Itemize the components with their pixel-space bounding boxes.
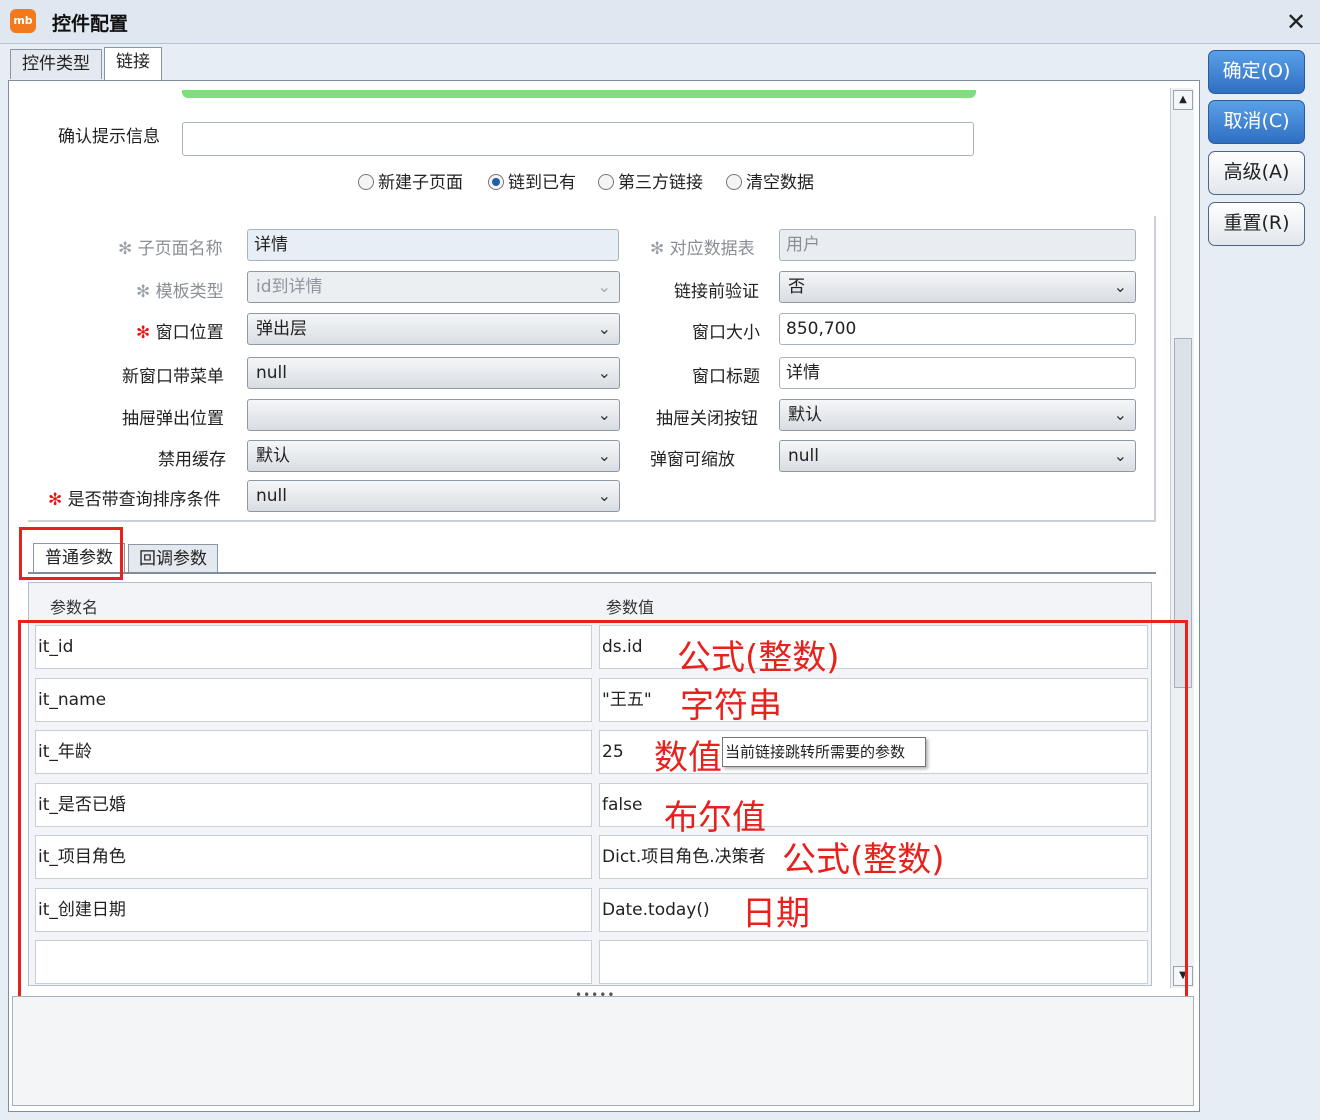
disable-cache-label: 禁用缓存 xyxy=(158,450,226,470)
drawer-position-select[interactable]: ⌄ xyxy=(247,399,620,431)
ok-button[interactable]: 确定(O) xyxy=(1208,50,1305,94)
param-name-cell[interactable]: it_id xyxy=(35,625,592,669)
data-table-label: ✻ 对应数据表 xyxy=(650,239,755,259)
tab-callback-params[interactable]: 回调参数 xyxy=(128,544,218,574)
radio-label: 第三方链接 xyxy=(618,173,703,193)
radio-label: 链到已有 xyxy=(508,173,576,193)
chevron-down-icon: ⌄ xyxy=(1113,446,1127,465)
radio-third-party[interactable]: 第三方链接 xyxy=(598,168,703,193)
params-tooltip: 当前链接跳转所需要的参数 xyxy=(722,737,926,767)
chevron-down-icon: ⌄ xyxy=(597,319,611,338)
drawer-close-label: 抽屉关闭按钮 xyxy=(656,409,758,429)
window-position-select[interactable]: 弹出层 ⌄ xyxy=(247,313,620,345)
cancel-button[interactable]: 取消(C) xyxy=(1208,100,1305,144)
param-value-cell[interactable] xyxy=(599,940,1148,984)
param-name-cell[interactable]: it_是否已婚 xyxy=(35,783,592,827)
param-name-cell[interactable]: it_项目角色 xyxy=(35,835,592,879)
param-name-cell[interactable]: it_年龄 xyxy=(35,730,592,774)
select-value: null xyxy=(256,363,287,383)
subpage-name-input[interactable]: 详情 xyxy=(247,229,619,261)
select-value: 否 xyxy=(788,277,805,297)
progress-indicator xyxy=(182,90,976,98)
radio-label: 新建子页面 xyxy=(378,173,463,193)
param-name-cell[interactable] xyxy=(35,940,592,984)
chevron-down-icon: ⌄ xyxy=(597,363,611,382)
new-window-menu-label: 新窗口带菜单 xyxy=(122,367,224,387)
chevron-down-icon: ⌄ xyxy=(597,405,611,424)
query-sort-label: ✻ 是否带查询排序条件 xyxy=(48,490,221,510)
radio-unchecked-icon xyxy=(726,174,742,190)
select-value: null xyxy=(256,486,287,506)
reset-button[interactable]: 重置(R) xyxy=(1208,202,1305,246)
app-logo-icon: mb xyxy=(10,9,36,33)
radio-unchecked-icon xyxy=(358,174,374,190)
grid-header-name: 参数名 xyxy=(50,598,99,617)
radio-checked-icon xyxy=(488,174,504,190)
grid-header-value: 参数值 xyxy=(606,598,655,617)
window-size-input[interactable]: 850,700 xyxy=(779,313,1136,345)
radio-new-subpage[interactable]: 新建子页面 xyxy=(358,168,463,193)
popup-resizable-label: 弹窗可缩放 xyxy=(650,450,735,470)
annotation-string: 字符串 xyxy=(680,686,782,726)
window-title: 控件配置 xyxy=(52,13,129,35)
window-position-label: ✻ 窗口位置 xyxy=(136,323,224,343)
annotation-date: 日期 xyxy=(742,894,810,934)
tab-link[interactable]: 链接 xyxy=(104,47,162,80)
param-name-cell[interactable]: it_name xyxy=(35,678,592,722)
annotation-number: 数值 xyxy=(654,738,722,778)
drawer-position-label: 抽屉弹出位置 xyxy=(122,409,224,429)
annotation-formula-integer: 公式(整数) xyxy=(677,638,840,678)
pre-verify-select[interactable]: 否 ⌄ xyxy=(779,271,1136,303)
confirm-info-input[interactable] xyxy=(182,122,974,156)
param-name-cell[interactable]: it_创建日期 xyxy=(35,888,592,932)
close-icon[interactable]: ✕ xyxy=(1282,8,1310,36)
data-table-input: 用户 xyxy=(779,229,1136,261)
popup-resizable-select[interactable]: null ⌄ xyxy=(779,440,1136,472)
select-value: null xyxy=(788,446,819,466)
annotation-boolean: 布尔值 xyxy=(664,798,766,838)
annotation-formula-integer: 公式(整数) xyxy=(782,840,945,880)
scroll-down-icon[interactable]: ▼ xyxy=(1173,966,1193,986)
vertical-scrollbar[interactable]: ▲ ▼ xyxy=(1170,88,1194,988)
radio-unchecked-icon xyxy=(598,174,614,190)
chevron-down-icon: ⌄ xyxy=(597,277,611,296)
select-value: id到详情 xyxy=(256,277,323,297)
disable-cache-select[interactable]: 默认 ⌄ xyxy=(247,440,620,472)
new-window-menu-select[interactable]: null ⌄ xyxy=(247,357,620,389)
radio-label: 清空数据 xyxy=(746,173,814,193)
template-type-select: id到详情 ⌄ xyxy=(247,271,620,303)
template-type-label: ✻ 模板类型 xyxy=(136,282,224,302)
param-tabs-divider xyxy=(28,572,1156,574)
tab-control-type[interactable]: 控件类型 xyxy=(10,49,102,79)
radio-link-existing[interactable]: 链到已有 xyxy=(488,168,576,193)
select-value: 默认 xyxy=(256,446,290,466)
subpage-name-label: ✻ 子页面名称 xyxy=(118,239,223,259)
confirm-info-label: 确认提示信息 xyxy=(58,127,160,147)
scroll-thumb[interactable] xyxy=(1174,338,1192,688)
bottom-panel xyxy=(12,996,1194,1106)
drawer-close-select[interactable]: 默认 ⌄ xyxy=(779,399,1136,431)
scroll-up-icon[interactable]: ▲ xyxy=(1173,90,1193,110)
chevron-down-icon: ⌄ xyxy=(597,486,611,505)
param-value-cell[interactable]: Date.today() xyxy=(599,888,1148,932)
query-sort-select[interactable]: null ⌄ xyxy=(247,480,620,512)
window-title-label: 窗口标题 xyxy=(692,367,760,387)
tab-normal-params[interactable]: 普通参数 xyxy=(33,543,125,573)
chevron-down-icon: ⌄ xyxy=(597,446,611,465)
window-title-input[interactable]: 详情 xyxy=(779,357,1136,389)
pre-verify-label: 链接前验证 xyxy=(674,282,759,302)
title-bar: mb 控件配置 ✕ xyxy=(0,0,1320,44)
radio-clear-data[interactable]: 清空数据 xyxy=(726,168,814,193)
select-value: 弹出层 xyxy=(256,319,307,339)
window-size-label: 窗口大小 xyxy=(692,323,760,343)
select-value: 默认 xyxy=(788,405,822,425)
chevron-down-icon: ⌄ xyxy=(1113,277,1127,296)
chevron-down-icon: ⌄ xyxy=(1113,405,1127,424)
advanced-button[interactable]: 高级(A) xyxy=(1208,151,1305,195)
